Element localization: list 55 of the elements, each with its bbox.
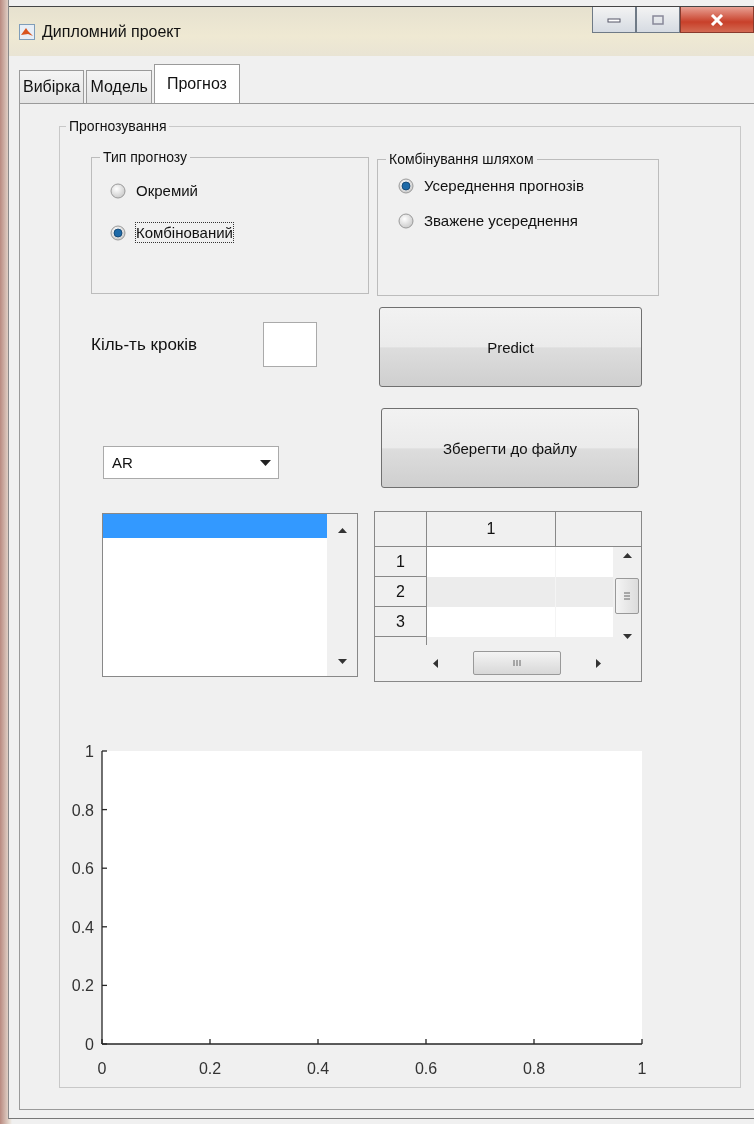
radio-button[interactable] <box>398 177 414 194</box>
grip-icon <box>623 592 631 600</box>
row-header: 3 <box>375 607 426 637</box>
field-label: Кіль-ть кроків <box>91 334 199 355</box>
scroll-down-icon[interactable] <box>622 634 632 639</box>
row-header: 1 <box>375 547 426 577</box>
radio-label[interactable]: Зважене усереднення <box>423 210 579 231</box>
save-button[interactable]: Зберегти до файлу <box>381 408 639 488</box>
radio-button[interactable] <box>110 224 126 241</box>
scrollbar[interactable] <box>327 514 357 676</box>
x-tick-label: 0.4 <box>306 1060 330 1077</box>
y-tick-label: 0 <box>85 1036 94 1053</box>
tab[interactable]: Прогноз <box>153 64 240 103</box>
close-button[interactable] <box>680 7 754 33</box>
scroll-right-icon[interactable] <box>596 658 601 668</box>
caret-icon <box>260 459 271 466</box>
x-tick-label: 0.6 <box>414 1060 438 1077</box>
radio-label[interactable]: Комбінований <box>135 222 234 243</box>
scroll-up-icon[interactable] <box>337 528 347 533</box>
group-title: Тип прогнозу <box>100 149 191 165</box>
scroll-thumb[interactable] <box>473 651 561 675</box>
window-title: Дипломний проект <box>42 22 181 41</box>
y-tick-label: 0.4 <box>71 918 94 936</box>
dropdown[interactable]: AR <box>103 446 279 479</box>
grip-icon <box>512 659 522 667</box>
scroll-up-icon[interactable] <box>622 553 632 558</box>
close-icon <box>710 13 724 26</box>
y-tick-label: 0.6 <box>71 860 94 878</box>
tab[interactable]: Модель <box>86 70 152 103</box>
scroll-left-icon[interactable] <box>433 658 438 668</box>
column-header[interactable]: 1 <box>427 512 556 546</box>
radio-button[interactable] <box>110 182 126 199</box>
radio-button[interactable] <box>398 212 414 229</box>
row-header: 2 <box>375 577 426 607</box>
x-tick-label: 0 <box>97 1060 107 1077</box>
tab[interactable]: Вибірка <box>19 70 85 103</box>
maximize-button[interactable] <box>636 7 680 33</box>
radio-label[interactable]: Окремий <box>135 180 199 201</box>
maximize-icon <box>651 14 665 25</box>
radio-label[interactable]: Усереднення прогнозів <box>423 175 585 196</box>
y-tick-label: 1 <box>85 743 94 760</box>
predict-button[interactable]: Predict <box>379 307 642 387</box>
minimize-button[interactable] <box>592 7 636 33</box>
minimize-icon <box>607 15 621 24</box>
group-title: Прогнозування <box>66 118 170 134</box>
scroll-down-icon[interactable] <box>337 659 347 664</box>
scroll-thumb[interactable] <box>615 578 639 614</box>
group-title: Комбінування шляхом <box>386 151 537 167</box>
x-tick-label: 1 <box>637 1060 647 1077</box>
input-field[interactable] <box>263 322 317 367</box>
y-tick-label: 0.8 <box>71 801 94 819</box>
x-tick-label: 0.2 <box>198 1060 222 1077</box>
app-icon <box>19 23 35 40</box>
x-tick-label: 0.8 <box>522 1060 546 1077</box>
y-tick-label: 0.2 <box>71 977 94 995</box>
